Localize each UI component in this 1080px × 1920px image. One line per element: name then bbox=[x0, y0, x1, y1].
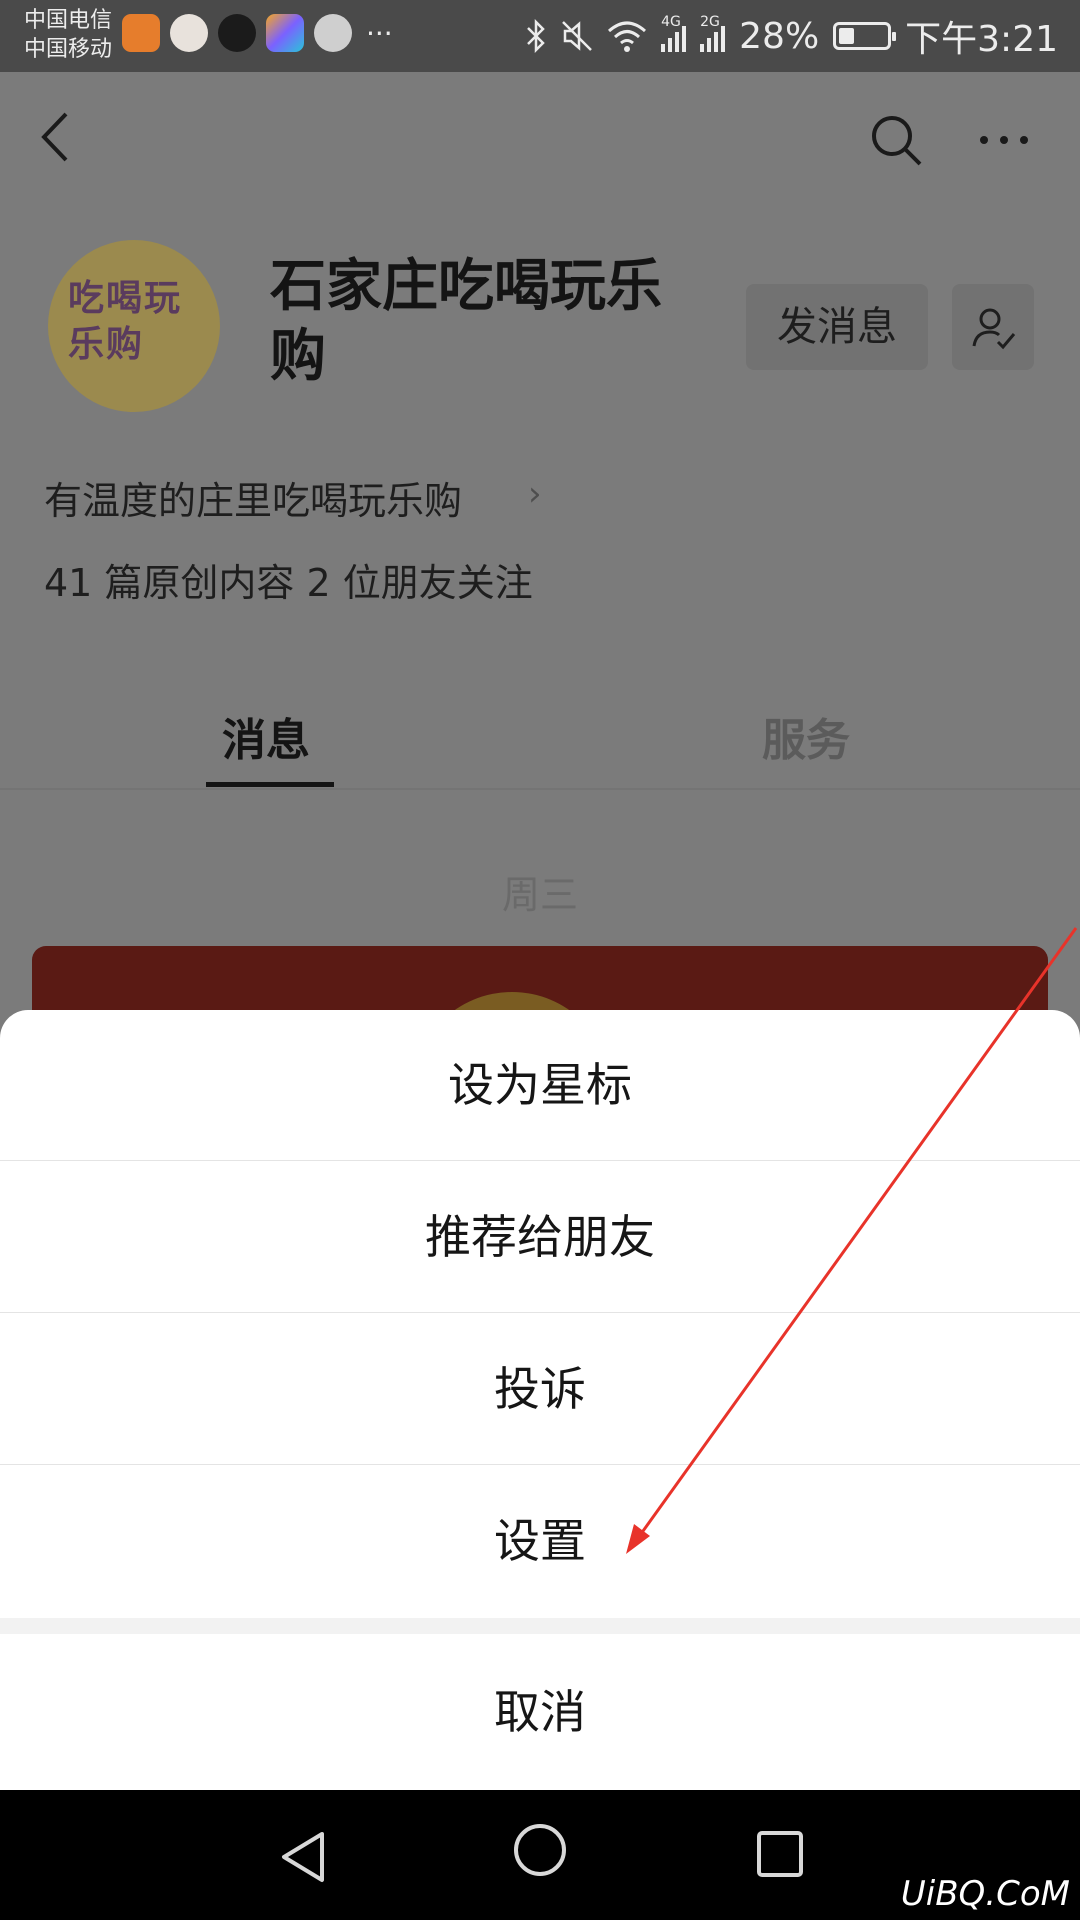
active-tab-indicator bbox=[206, 782, 334, 787]
signal-icon-4g: 4G bbox=[661, 14, 687, 52]
nav-home-icon[interactable] bbox=[512, 1822, 568, 1878]
notification-icons: ··· bbox=[122, 14, 393, 52]
battery-percent: 28% bbox=[739, 15, 820, 57]
bluetooth-icon bbox=[527, 19, 545, 53]
chat-bubble-icon bbox=[314, 14, 352, 52]
account-stats: 41 篇原创内容 2 位朋友关注 bbox=[44, 561, 533, 605]
nav-back-icon[interactable] bbox=[278, 1830, 328, 1884]
cancel-button[interactable]: 取消 bbox=[0, 1634, 1080, 1790]
account-avatar[interactable]: 吃喝玩乐购 bbox=[48, 240, 220, 412]
status-indicators: 4G 2G 28% 下午3:21 bbox=[525, 10, 1058, 62]
uc-browser-icon bbox=[122, 14, 160, 52]
tab-divider bbox=[0, 788, 1080, 790]
wifi-icon bbox=[608, 21, 647, 52]
set-star-button[interactable]: 设为星标 bbox=[0, 1010, 1080, 1161]
mute-icon bbox=[562, 21, 593, 51]
account-name: 石家庄吃喝玩乐购 bbox=[270, 254, 662, 389]
settings-button[interactable]: 设置 bbox=[0, 1466, 1080, 1617]
complain-button[interactable]: 投诉 bbox=[0, 1314, 1080, 1465]
follow-button[interactable] bbox=[952, 284, 1034, 370]
more-notifications-icon: ··· bbox=[366, 16, 393, 50]
send-message-button[interactable]: 发消息 bbox=[746, 284, 928, 370]
carrier-1: 中国电信 bbox=[24, 8, 113, 33]
signal-icon-2g: 2G bbox=[700, 14, 726, 52]
nav-recent-icon[interactable] bbox=[756, 1830, 804, 1878]
app-store-icon bbox=[266, 14, 304, 52]
tab-services[interactable]: 服务 bbox=[762, 704, 850, 768]
recommend-to-friend-button[interactable]: 推荐给朋友 bbox=[0, 1162, 1080, 1313]
tiktok-icon bbox=[218, 14, 256, 52]
account-description[interactable]: 有温度的庄里吃喝玩乐购 bbox=[44, 470, 462, 525]
app-notification-icon bbox=[170, 14, 208, 52]
back-icon[interactable] bbox=[36, 110, 76, 164]
carrier-info: 中国电信 中国移动 bbox=[24, 6, 112, 64]
user-check-icon bbox=[972, 308, 1016, 350]
carrier-2: 中国移动 bbox=[24, 37, 113, 62]
clock: 下午3:21 bbox=[905, 19, 1058, 60]
top-nav bbox=[0, 72, 1080, 202]
search-icon[interactable] bbox=[868, 112, 924, 168]
avatar-logo-text: 吃喝玩乐购 bbox=[68, 278, 183, 365]
chevron-right-icon: › bbox=[528, 474, 542, 514]
watermark: UiBQ.CoM bbox=[900, 1874, 1070, 1914]
system-nav-bar: UiBQ.CoM bbox=[0, 1790, 1080, 1920]
sheet-separator bbox=[0, 1618, 1080, 1634]
battery-icon bbox=[833, 22, 897, 50]
feed-date-label: 周三 bbox=[501, 873, 578, 917]
tab-messages[interactable]: 消息 bbox=[222, 704, 310, 768]
status-bar: 中国电信 中国移动 ··· 4G 2G 28% 下午3:21 bbox=[0, 0, 1080, 72]
action-sheet: 设为星标 推荐给朋友 投诉 设置 取消 bbox=[0, 1010, 1080, 1790]
more-icon[interactable] bbox=[976, 130, 1032, 150]
